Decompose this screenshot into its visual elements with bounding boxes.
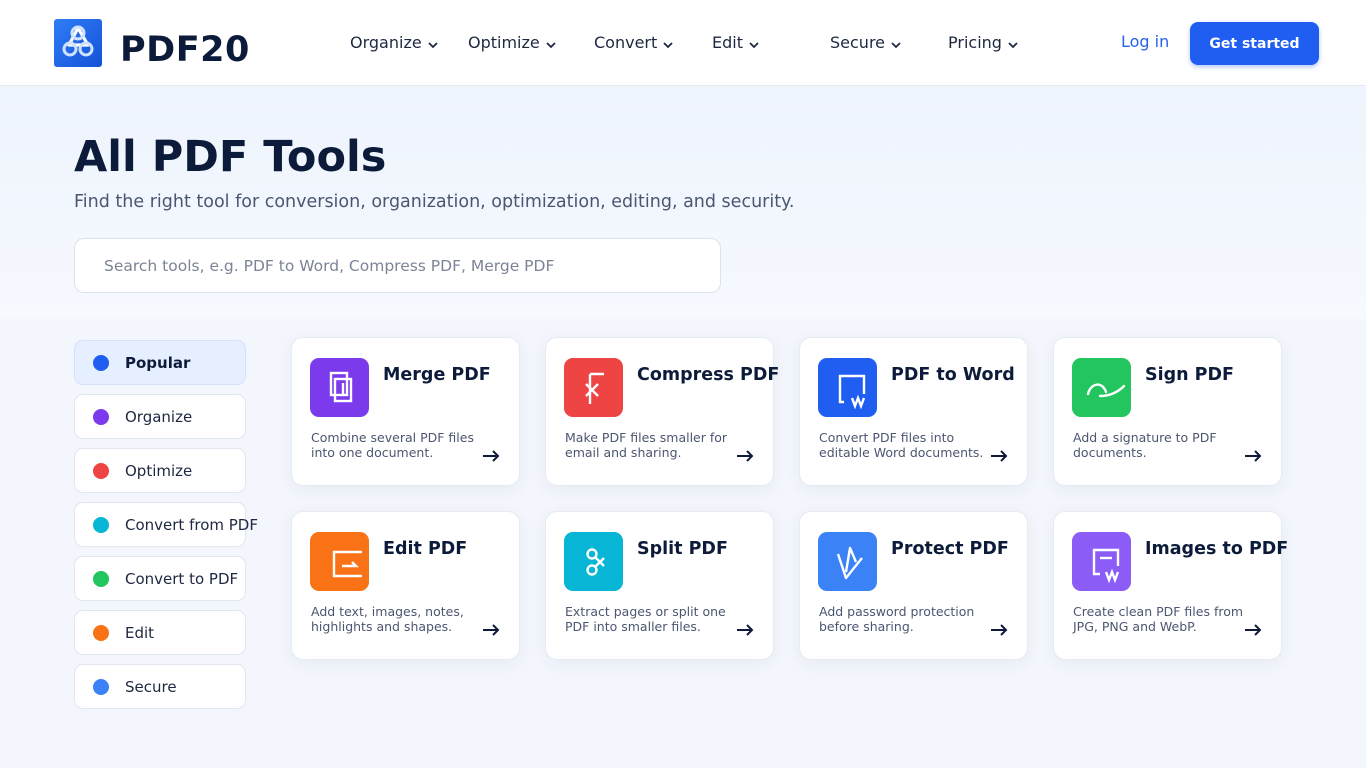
nav-convert-label: Convert <box>594 32 658 52</box>
get-started-button[interactable]: Get started <box>1190 22 1319 65</box>
nav-optimize-label: Optimize <box>468 32 540 52</box>
tool-card-sign-pdf[interactable]: Sign PDF Add a signature to PDF document… <box>1053 337 1282 486</box>
arrow-right-icon <box>737 450 754 462</box>
nav-convert[interactable]: Convert <box>594 31 675 53</box>
signature-icon <box>1072 358 1131 417</box>
category-label: Edit <box>125 623 155 642</box>
brand-name[interactable]: PDF20 <box>120 29 250 71</box>
pdf20-logo-icon[interactable] <box>54 19 102 67</box>
tool-title: Protect PDF <box>891 539 1009 559</box>
tool-card-split-pdf[interactable]: Split PDF Extract pages or split one PDF… <box>545 511 774 660</box>
chevron-down-icon <box>663 42 673 49</box>
tool-title: Edit PDF <box>383 539 468 559</box>
tool-description: Create clean PDF files from JPG, PNG and… <box>1073 604 1244 634</box>
tool-card-merge-pdf[interactable]: Merge PDF Combine several PDF files into… <box>291 337 520 486</box>
login-link[interactable]: Log in <box>1121 31 1169 53</box>
tool-card-images-to-pdf[interactable]: Images to PDF Create clean PDF files fro… <box>1053 511 1288 660</box>
nav-edit[interactable]: Edit <box>712 31 761 53</box>
category-convert-to-pdf[interactable]: Convert to PDF <box>74 556 246 601</box>
category-dot-icon <box>93 516 109 533</box>
nav-organize[interactable]: Organize <box>350 31 440 53</box>
nav-pricing[interactable]: Pricing <box>948 31 1020 53</box>
chevron-down-icon <box>546 42 556 49</box>
category-dot-icon <box>93 462 109 479</box>
tool-card-compress-pdf[interactable]: Compress PDF Make PDF files smaller for … <box>545 337 779 486</box>
category-label: Organize <box>125 407 193 426</box>
category-convert-from-pdf[interactable]: Convert from PDF <box>74 502 258 547</box>
category-dot-icon <box>93 624 109 641</box>
category-dot-icon <box>93 570 109 587</box>
tool-title: Compress PDF <box>637 365 780 385</box>
tool-title: Sign PDF <box>1145 365 1234 385</box>
page-subtitle: Find the right tool for conversion, orga… <box>74 192 795 212</box>
merge-icon <box>310 358 369 417</box>
tool-description: Add a signature to PDF documents. <box>1073 430 1217 460</box>
category-popular[interactable]: Popular <box>74 340 246 385</box>
edit-icon <box>310 532 369 591</box>
nav-edit-label: Edit <box>712 32 743 52</box>
tool-title: Merge PDF <box>383 365 491 385</box>
tool-search-input[interactable] <box>74 238 721 293</box>
category-organize[interactable]: Organize <box>74 394 246 439</box>
shield-icon <box>818 532 877 591</box>
tool-description: Extract pages or split one PDF into smal… <box>565 604 726 634</box>
tool-description: Combine several PDF files into one docum… <box>311 430 474 460</box>
arrow-right-icon <box>1245 624 1262 636</box>
arrow-right-icon <box>991 624 1008 636</box>
category-edit[interactable]: Edit <box>74 610 246 655</box>
nav-secure-label: Secure <box>830 32 886 52</box>
category-dot-icon <box>93 354 109 371</box>
category-label: Convert to PDF <box>125 569 239 588</box>
top-header: PDF20 Organize Optimize Convert Edit Sec… <box>0 0 1366 86</box>
tool-card-protect-pdf[interactable]: Protect PDF Add password protection befo… <box>799 511 1028 660</box>
page-title: All PDF Tools <box>74 132 387 182</box>
nav-pricing-label: Pricing <box>948 32 1002 52</box>
nav-secure[interactable]: Secure <box>830 31 903 53</box>
chevron-down-icon <box>1008 42 1018 49</box>
nav-organize-label: Organize <box>350 32 422 52</box>
arrow-right-icon <box>991 450 1008 462</box>
tool-description: Add text, images, notes, highlights and … <box>311 604 464 634</box>
word-icon <box>818 358 877 417</box>
chevron-down-icon <box>891 42 901 49</box>
image-icon <box>1072 532 1131 591</box>
category-label: Optimize <box>125 461 193 480</box>
chevron-down-icon <box>749 42 759 49</box>
tool-description: Make PDF files smaller for email and sha… <box>565 430 728 460</box>
category-dot-icon <box>93 408 109 425</box>
tool-card-pdf-to-word[interactable]: PDF to Word Convert PDF files into edita… <box>799 337 1028 486</box>
tool-description: Convert PDF files into editable Word doc… <box>819 430 984 460</box>
chevron-down-icon <box>428 42 438 49</box>
arrow-right-icon <box>483 624 500 636</box>
category-label: Popular <box>125 353 191 372</box>
tool-card-edit-pdf[interactable]: Edit PDF Add text, images, notes, highli… <box>291 511 520 660</box>
category-label: Convert from PDF <box>125 515 258 534</box>
arrow-right-icon <box>737 624 754 636</box>
category-optimize[interactable]: Optimize <box>74 448 246 493</box>
tool-description: Add password protection before sharing. <box>819 604 975 634</box>
category-secure[interactable]: Secure <box>74 664 246 709</box>
category-label: Secure <box>125 677 177 696</box>
category-dot-icon <box>93 678 109 695</box>
split-icon <box>564 532 623 591</box>
arrow-right-icon <box>1245 450 1262 462</box>
nav-optimize[interactable]: Optimize <box>468 31 558 53</box>
tool-title: Split PDF <box>637 539 728 559</box>
tool-title: PDF to Word <box>891 365 1015 385</box>
arrow-right-icon <box>483 450 500 462</box>
compress-icon <box>564 358 623 417</box>
tool-title: Images to PDF <box>1145 539 1289 559</box>
